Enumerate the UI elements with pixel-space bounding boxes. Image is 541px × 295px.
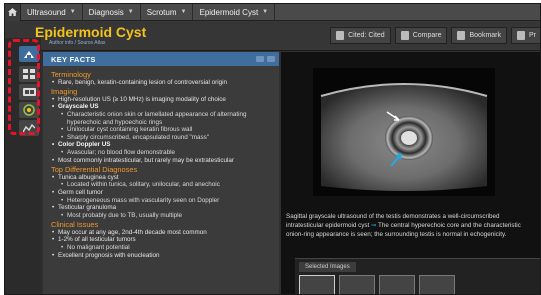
print-icon <box>517 31 525 40</box>
thumbnail[interactable] <box>339 275 375 294</box>
panel-title: KEY FACTS <box>51 54 96 64</box>
compare-label: Compare <box>412 32 442 39</box>
section-heading: Terminology <box>51 70 91 79</box>
app-window: Ultrasound ▼ Diagnosis ▼ Scrotum ▼ Epidermo… <box>4 3 541 295</box>
thumbnail-strip-label: Selected Images <box>299 262 356 272</box>
list-item: High-resolution US (≥ 10 MHz) is imaging… <box>51 96 271 104</box>
breadcrumb-label: Ultrasound <box>27 7 66 17</box>
chevron-down-icon: ▼ <box>127 9 134 15</box>
list-item: Excellent prognosis with enucleation <box>51 252 271 260</box>
page-subtitle[interactable]: Author info / Source Atlas <box>49 40 105 46</box>
list-item: Color Doppler US <box>51 141 271 149</box>
home-button[interactable] <box>5 4 21 21</box>
bookmark-icon <box>457 31 466 40</box>
thumbnail[interactable] <box>299 275 335 294</box>
bookmark-label: Bookmark <box>469 32 501 39</box>
page-title: Epidermoid Cyst <box>35 24 147 40</box>
bookmark-button[interactable]: Bookmark <box>451 27 507 44</box>
toolbar: Cited: Cited Compare Bookmark Pr <box>330 27 540 44</box>
print-label: Pr <box>529 32 536 39</box>
key-facts-panel: KEY FACTS Terminology Rare, benign, kera… <box>43 52 279 294</box>
highlight-annotation <box>8 39 40 135</box>
list-item: Most probably due to TB, usually multipl… <box>51 212 271 220</box>
chevron-down-icon: ▼ <box>69 9 76 15</box>
compare-icon <box>400 31 409 40</box>
list-item: Located within tunica, solitary, unilocu… <box>51 181 271 189</box>
list-item: Characteristic onion skin or lamellated … <box>51 111 271 126</box>
cite-button[interactable]: Cited: Cited <box>330 27 391 44</box>
list-item: Sharply circumscribed, encapsulated roun… <box>51 134 271 142</box>
page-header: Epidermoid Cyst Author info / Source Atl… <box>5 21 540 51</box>
panel-header: KEY FACTS <box>43 52 279 66</box>
section-heading: Top Differential Diagnoses <box>51 165 138 175</box>
compare-button[interactable]: Compare <box>394 27 448 44</box>
list-item: 1-2% of all testicular tumors <box>51 236 271 244</box>
home-icon <box>8 8 17 16</box>
breadcrumb-epidermoid-cyst[interactable]: Epidermoid Cyst ▼ <box>193 4 276 21</box>
list-item: Testicular granuloma <box>51 204 271 212</box>
caption-text: Sagittal grayscale ultrasound of the tes… <box>286 213 500 220</box>
thumbnail[interactable] <box>419 275 455 294</box>
chevron-down-icon: ▼ <box>180 9 187 15</box>
panel-controls[interactable] <box>256 56 275 62</box>
thumbnail[interactable] <box>379 275 415 294</box>
facts-list: Terminology Rare, benign, keratin-contai… <box>43 66 279 259</box>
print-button[interactable]: Pr <box>511 27 540 44</box>
breadcrumb: Ultrasound ▼ Diagnosis ▼ Scrotum ▼ Epidermo… <box>5 4 540 21</box>
breadcrumb-label: Epidermoid Cyst <box>199 7 259 17</box>
list-item: Germ cell tumor <box>51 189 271 197</box>
collapse-icon[interactable] <box>256 56 264 62</box>
expand-icon[interactable] <box>267 56 275 62</box>
caption-highlight: intratesticular epidermoid cyst <box>286 222 370 229</box>
list-item: Unilocular cyst containing keratin fibro… <box>51 126 271 134</box>
arrow-icon: ➞ <box>371 222 377 229</box>
breadcrumb-ultrasound[interactable]: Ultrasound ▼ <box>21 4 83 21</box>
image-caption: Sagittal grayscale ultrasound of the tes… <box>286 212 538 239</box>
section-heading: Clinical Issues <box>51 220 99 230</box>
list-item: Heterogeneous mass with vascularity seen… <box>51 197 271 205</box>
breadcrumb-label: Scrotum <box>146 7 177 17</box>
list-item: May occur at any age, 2nd-4th decade mos… <box>51 229 271 237</box>
breadcrumb-scrotum[interactable]: Scrotum ▼ <box>141 4 194 21</box>
list-item: Rare, benign, keratin-containing lesion … <box>51 79 271 87</box>
chevron-down-icon: ▼ <box>262 9 269 15</box>
breadcrumb-label: Diagnosis <box>88 7 124 17</box>
ultrasound-image[interactable] <box>313 68 495 196</box>
list-item: No malignant potential <box>51 244 271 252</box>
section-heading: Imaging <box>51 87 78 97</box>
cite-label: Cited: Cited <box>348 32 385 39</box>
list-item: Avascular; no blood flow demonstrable <box>51 149 271 157</box>
list-item: Grayscale US <box>51 103 271 111</box>
cite-icon <box>336 31 345 40</box>
list-item: Most commonly intratesticular, but rarel… <box>51 157 271 165</box>
ultrasound-graphic <box>313 68 495 196</box>
thumbnail-strip: Selected Images <box>295 258 540 294</box>
breadcrumb-diagnosis[interactable]: Diagnosis ▼ <box>83 4 141 21</box>
list-item: Tunica albuginea cyst <box>51 174 271 182</box>
